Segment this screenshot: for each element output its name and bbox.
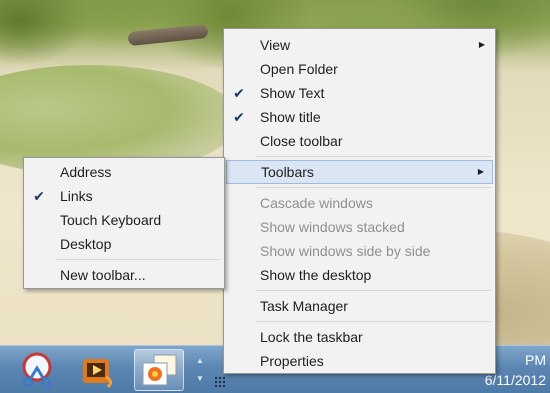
checkmark-icon: ✔ [33,188,45,204]
menu-item-label: Cascade windows [260,195,373,211]
menu-item-label: Show windows side by side [260,243,431,259]
menu-item-label: Show windows stacked [260,219,405,235]
menu-item-properties[interactable]: Properties [226,349,493,373]
taskbar-context-menu: View ▶ Open Folder ✔ Show Text ✔ Show ti… [223,28,496,374]
snipping-tool-icon [22,352,52,387]
submenu-item-new-toolbar[interactable]: New toolbar... [26,263,222,287]
menu-separator [56,259,220,260]
menu-item-label: Open Folder [260,61,338,77]
menu-separator [256,290,491,291]
submenu-item-desktop[interactable]: Desktop [26,232,222,256]
taskbar-app-snipping[interactable] [12,349,62,391]
checkmark-icon: ✔ [233,85,245,101]
menu-item-show-text[interactable]: ✔ Show Text [226,81,493,105]
menu-item-task-manager[interactable]: Task Manager [226,294,493,318]
taskbar-scroll-arrows[interactable]: ▲ ▼ [195,352,205,388]
menu-item-label: View [260,37,291,53]
submenu-arrow-icon: ▶ [478,40,485,49]
menu-item-show-desktop[interactable]: Show the desktop [226,263,493,287]
menu-item-show-windows-side-by-side: Show windows side by side [226,239,493,263]
menu-item-cascade-windows: Cascade windows [226,191,493,215]
menu-item-label: Touch Keyboard [60,212,162,228]
submenu-item-touch-keyboard[interactable]: Touch Keyboard [26,208,222,232]
menu-item-label: Show Text [260,85,325,101]
menu-item-view[interactable]: View ▶ [226,33,493,57]
menu-separator [256,156,491,157]
taskbar-app-media-player[interactable] [72,349,122,391]
submenu-item-address[interactable]: Address [26,160,222,184]
menu-item-label: New toolbar... [60,267,146,283]
menu-item-label: Address [60,164,112,180]
menu-item-close-toolbar[interactable]: Close toolbar [226,129,493,153]
menu-item-label: Toolbars [261,164,314,180]
menu-item-label: Desktop [60,236,112,252]
taskbar-app-paint[interactable] [134,349,184,391]
checkmark-icon: ✔ [233,109,245,125]
menu-item-lock-taskbar[interactable]: Lock the taskbar [226,325,493,349]
submenu-arrow-icon: ▶ [477,167,484,176]
menu-separator [256,321,491,322]
toolbar-grip-handle[interactable] [214,376,226,388]
menu-item-label: Show title [260,109,321,125]
media-player-icon [83,359,113,389]
menu-item-label: Properties [260,353,324,369]
menu-item-toolbars[interactable]: Toolbars ▶ [226,160,493,184]
menu-item-label: Lock the taskbar [260,329,363,345]
menu-item-label: Close toolbar [260,133,343,149]
menu-item-show-title[interactable]: ✔ Show title [226,105,493,129]
menu-item-show-windows-stacked: Show windows stacked [226,215,493,239]
menu-item-label: Links [60,188,93,204]
menu-item-label: Task Manager [260,298,348,314]
menu-separator [256,187,491,188]
menu-item-open-folder[interactable]: Open Folder [226,57,493,81]
paint-icon [142,354,177,386]
toolbars-submenu: Address ✔ Links Touch Keyboard Desktop N… [23,157,225,289]
submenu-item-links[interactable]: ✔ Links [26,184,222,208]
menu-item-label: Show the desktop [260,267,372,283]
